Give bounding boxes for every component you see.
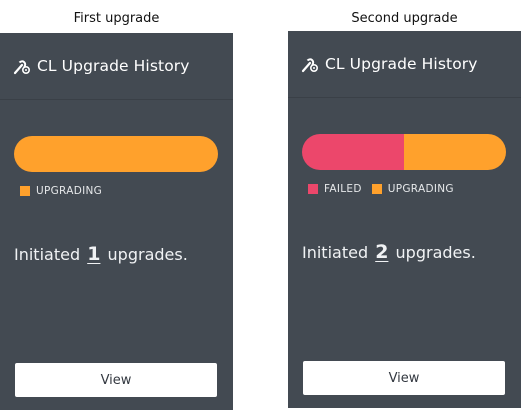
summary-prefix: Initiated xyxy=(14,245,81,264)
upgrade-history-panel-second: CL Upgrade History FAILED UPGRADING Init… xyxy=(288,31,521,408)
upgrade-history-panel-first: CL Upgrade History UPGRADING Initiated 1… xyxy=(0,33,233,410)
summary-suffix: upgrades. xyxy=(395,243,476,262)
legend-swatch-failed xyxy=(308,184,318,194)
legend-label: UPGRADING xyxy=(387,183,454,195)
view-button[interactable]: View xyxy=(303,361,505,395)
panel-header: CL Upgrade History xyxy=(0,33,233,100)
legend-item-upgrading: UPGRADING xyxy=(20,185,102,197)
upgrade-count: 2 xyxy=(375,241,389,263)
summary-suffix: upgrades. xyxy=(107,245,188,264)
legend-label: UPGRADING xyxy=(36,185,103,197)
wrench-gear-icon xyxy=(12,56,32,76)
status-legend: FAILED UPGRADING xyxy=(308,183,464,195)
panel-title: CL Upgrade History xyxy=(325,55,478,73)
upgrade-status-bar xyxy=(14,136,218,172)
upgrade-summary: Initiated 2 upgrades. xyxy=(302,241,476,263)
caption-first-upgrade: First upgrade xyxy=(73,11,160,26)
bar-segment-upgrading xyxy=(14,136,218,172)
legend-swatch-upgrading xyxy=(371,184,382,194)
legend-swatch-upgrading xyxy=(20,186,30,196)
view-button[interactable]: View xyxy=(15,363,217,397)
legend-label: FAILED xyxy=(324,183,362,195)
summary-prefix: Initiated xyxy=(302,243,369,262)
legend-item-failed: FAILED xyxy=(308,183,362,195)
caption-second-upgrade: Second upgrade xyxy=(351,11,458,26)
bar-segment-upgrading xyxy=(404,134,506,170)
upgrade-count: 1 xyxy=(87,243,101,265)
wrench-gear-icon xyxy=(300,54,320,74)
bar-segment-failed xyxy=(302,134,404,170)
upgrade-summary: Initiated 1 upgrades. xyxy=(14,243,188,265)
legend-item-upgrading: UPGRADING xyxy=(371,183,454,195)
panel-header: CL Upgrade History xyxy=(288,31,521,98)
status-legend: UPGRADING xyxy=(20,185,112,197)
panel-title: CL Upgrade History xyxy=(37,57,190,75)
upgrade-status-bar xyxy=(302,134,506,170)
